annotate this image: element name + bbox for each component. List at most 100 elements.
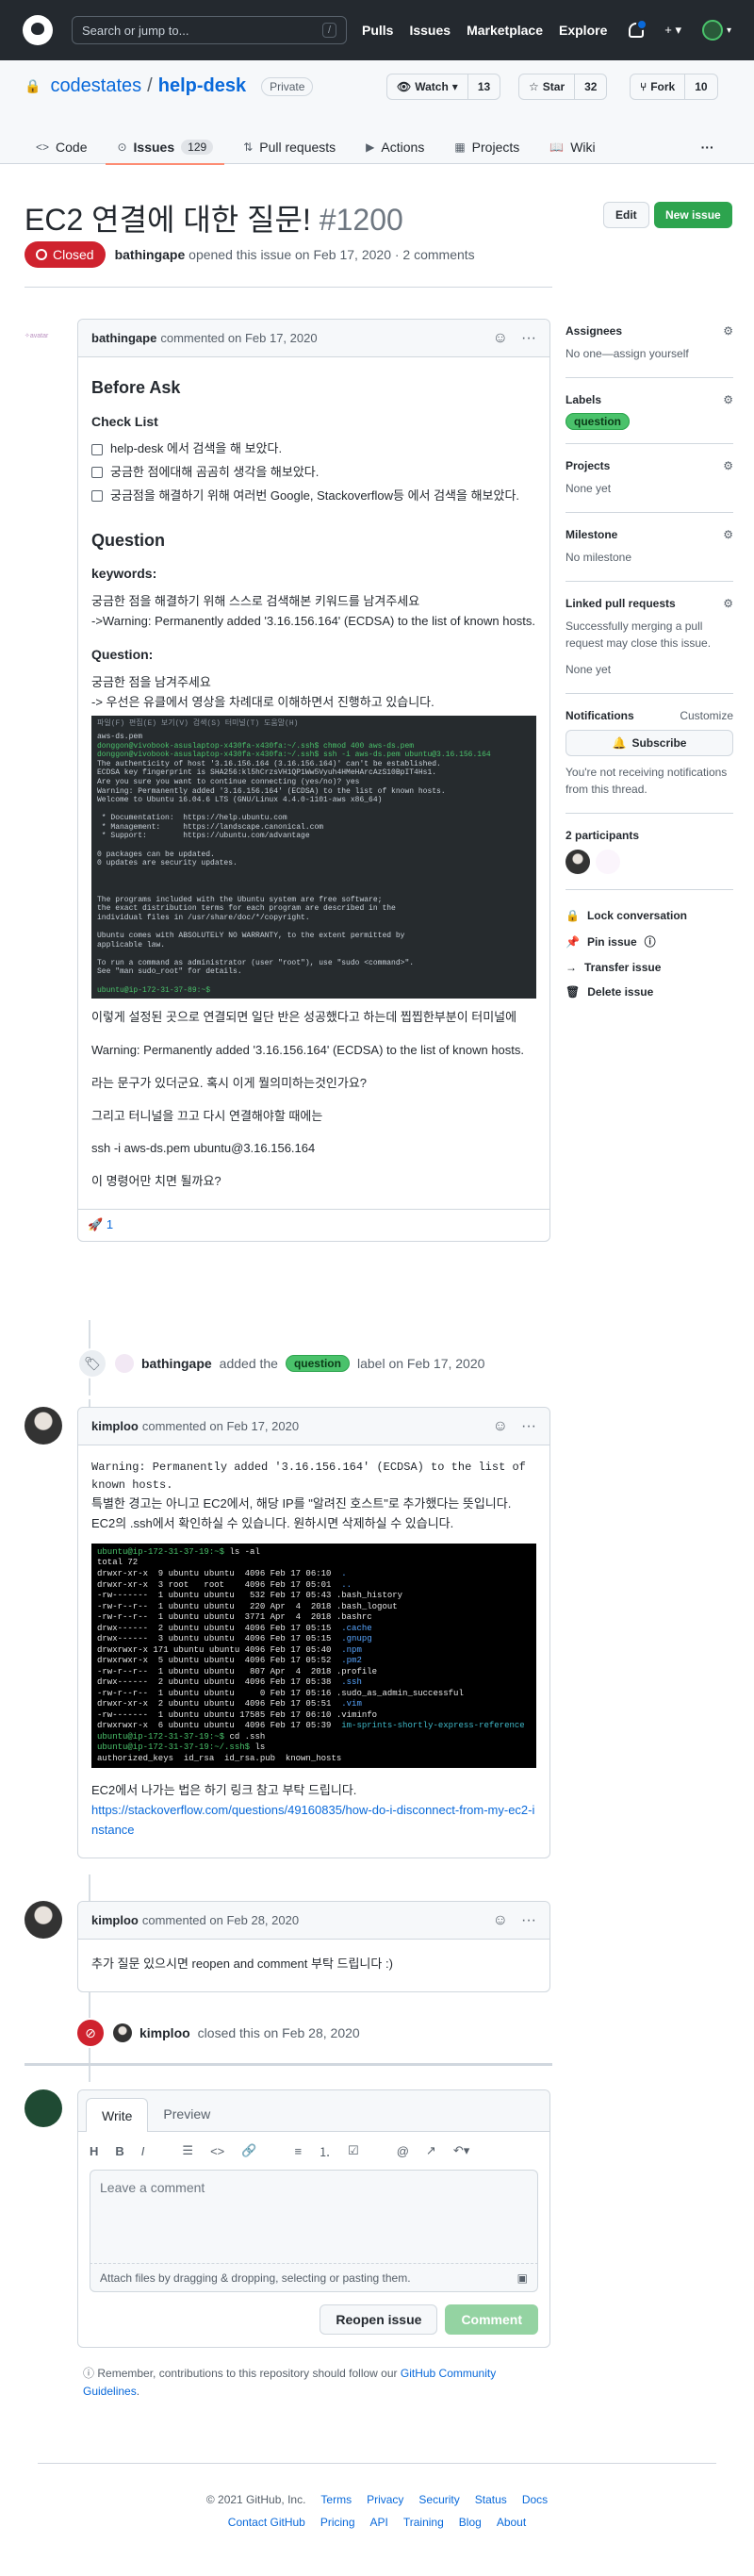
comment-timestamp[interactable]: commented on Feb 28, 2020	[142, 1913, 299, 1927]
tab-write[interactable]: Write	[86, 2098, 149, 2132]
attach-files-bar[interactable]: Attach files by dragging & dropping, sel…	[90, 2264, 538, 2292]
comment-author[interactable]: kimploo	[91, 1913, 139, 1927]
kebab-menu-icon[interactable]: ···	[521, 330, 536, 347]
tab-wiki[interactable]: 📖 Wiki	[549, 130, 595, 164]
add-reaction-icon[interactable]: ☺	[493, 1912, 508, 1929]
subscribe-button[interactable]: 🔔 Subscribe	[566, 730, 733, 756]
avatar[interactable]	[596, 850, 620, 874]
pin-issue-button[interactable]: 📌 Pin issue ⓘ	[566, 928, 733, 955]
reply-icon[interactable]: ↶▾	[453, 2143, 469, 2158]
tab-projects[interactable]: ▦ Projects	[454, 130, 519, 164]
global-header: Search or jump to... / Pulls Issues Mark…	[0, 0, 754, 60]
tab-pull-requests[interactable]: ⇅ Pull requests	[243, 130, 336, 164]
markdown-icon[interactable]: ▣	[517, 2271, 528, 2285]
composer-tabs: Write Preview	[78, 2090, 549, 2132]
create-new-plus-icon[interactable]: + ▾	[664, 23, 681, 38]
assignees-value[interactable]: No one—assign yourself	[566, 345, 733, 362]
issue-author-link[interactable]: bathingape	[115, 247, 186, 262]
nav-marketplace[interactable]: Marketplace	[467, 23, 543, 38]
customize-link[interactable]: Customize	[680, 709, 733, 722]
footer-link[interactable]: Privacy	[367, 2488, 403, 2511]
lock-conversation-button[interactable]: 🔒 Lock conversation	[566, 903, 733, 928]
nav-pulls[interactable]: Pulls	[362, 23, 393, 38]
kebab-menu-icon[interactable]: ···	[521, 1418, 536, 1435]
gear-icon[interactable]: ⚙	[723, 597, 733, 610]
delete-issue-button[interactable]: 🗑 Delete issue	[566, 980, 733, 1004]
gear-icon[interactable]: ⚙	[723, 528, 733, 541]
bold-icon[interactable]: B	[115, 2144, 123, 2158]
footer-link[interactable]: Status	[475, 2488, 507, 2511]
transfer-issue-button[interactable]: → Transfer issue	[566, 955, 733, 980]
footer-link[interactable]: Training	[403, 2511, 444, 2534]
footer-link[interactable]: Pricing	[320, 2511, 355, 2534]
comment-textarea[interactable]: Leave a comment	[90, 2170, 538, 2264]
avatar[interactable]	[566, 850, 590, 874]
avatar[interactable]	[113, 2023, 132, 2042]
quote-icon[interactable]: ☰	[182, 2143, 193, 2158]
footer-link[interactable]: About	[497, 2511, 526, 2534]
bulleted-list-icon[interactable]: ≡	[294, 2144, 302, 2158]
tab-code[interactable]: <> Code	[36, 130, 87, 164]
tab-preview[interactable]: Preview	[148, 2097, 225, 2131]
nav-issues[interactable]: Issues	[409, 23, 451, 38]
avatar[interactable]: ✧avatar	[25, 319, 62, 356]
avatar[interactable]	[115, 1354, 134, 1373]
comment-author[interactable]: kimploo	[91, 1419, 139, 1433]
link-icon[interactable]: 🔗	[241, 2143, 256, 2158]
code-icon[interactable]: <>	[210, 2144, 224, 2158]
event-actor[interactable]: kimploo	[139, 2025, 190, 2040]
github-logo-icon[interactable]	[23, 15, 53, 45]
edit-button[interactable]: Edit	[603, 202, 649, 228]
comment-author[interactable]: bathingape	[91, 331, 156, 345]
italic-icon[interactable]: I	[141, 2144, 145, 2158]
new-issue-button[interactable]: New issue	[654, 202, 732, 228]
task-list-icon[interactable]: ☑	[348, 2143, 359, 2158]
numbered-list-icon[interactable]: ⒈	[319, 2142, 331, 2160]
composer-actions: Reopen issue Comment	[78, 2292, 549, 2347]
add-reaction-icon[interactable]: ☺	[493, 1418, 508, 1435]
footer-link[interactable]: API	[370, 2511, 388, 2534]
repo-name-link[interactable]: help-desk	[158, 75, 246, 97]
footer-link[interactable]: Security	[418, 2488, 459, 2511]
footer-link[interactable]: Terms	[320, 2488, 352, 2511]
heading-icon[interactable]: H	[90, 2144, 98, 2158]
tab-actions[interactable]: ▶ Actions	[366, 130, 424, 164]
tab-issues[interactable]: ⊙ Issues 129	[106, 130, 224, 165]
footer-link[interactable]: Blog	[459, 2511, 482, 2534]
more-tabs-button[interactable]: ···	[701, 130, 714, 164]
notification-bell-icon[interactable]	[629, 19, 648, 38]
nav-explore[interactable]: Explore	[559, 23, 607, 38]
avatar[interactable]	[25, 1901, 62, 1939]
footer-link[interactable]: Docs	[522, 2488, 548, 2511]
reopen-issue-button[interactable]: Reopen issue	[320, 2304, 438, 2335]
fork-count[interactable]: 10	[685, 80, 716, 93]
label-question[interactable]: question	[566, 413, 630, 430]
comment-button[interactable]: Comment	[445, 2304, 538, 2335]
search-input[interactable]: Search or jump to... /	[72, 16, 347, 44]
avatar[interactable]	[25, 1407, 62, 1445]
repo-owner-link[interactable]: codestates	[50, 75, 141, 97]
comment-timestamp[interactable]: commented on Feb 17, 2020	[142, 1419, 299, 1433]
user-menu[interactable]: ▾	[701, 20, 731, 41]
label-question[interactable]: question	[285, 1355, 350, 1372]
star-count[interactable]: 32	[575, 80, 606, 93]
gear-icon[interactable]: ⚙	[723, 393, 733, 406]
watch-count[interactable]: 13	[468, 80, 500, 93]
kebab-menu-icon[interactable]: ···	[521, 1912, 536, 1929]
star-button[interactable]: ☆ Star 32	[518, 74, 608, 100]
event-actor[interactable]: bathingape	[141, 1356, 212, 1371]
fork-button[interactable]: ⑂ Fork 10	[630, 74, 718, 100]
footer-link[interactable]: Contact GitHub	[228, 2511, 305, 2534]
checkbox[interactable]	[91, 467, 103, 479]
reaction-rocket[interactable]: 🚀 1	[88, 1217, 113, 1232]
mention-icon[interactable]: @	[397, 2144, 409, 2158]
add-reaction-icon[interactable]: ☺	[493, 330, 508, 347]
stackoverflow-link[interactable]: https://stackoverflow.com/questions/4916…	[91, 1801, 536, 1841]
gear-icon[interactable]: ⚙	[723, 324, 733, 338]
watch-button[interactable]: 👁 Watch ▾ 13	[386, 74, 501, 100]
comment-timestamp[interactable]: commented on Feb 17, 2020	[160, 331, 317, 345]
checkbox[interactable]	[91, 490, 103, 503]
cross-reference-icon[interactable]: ↗	[426, 2143, 436, 2158]
checkbox[interactable]	[91, 443, 103, 455]
gear-icon[interactable]: ⚙	[723, 459, 733, 472]
